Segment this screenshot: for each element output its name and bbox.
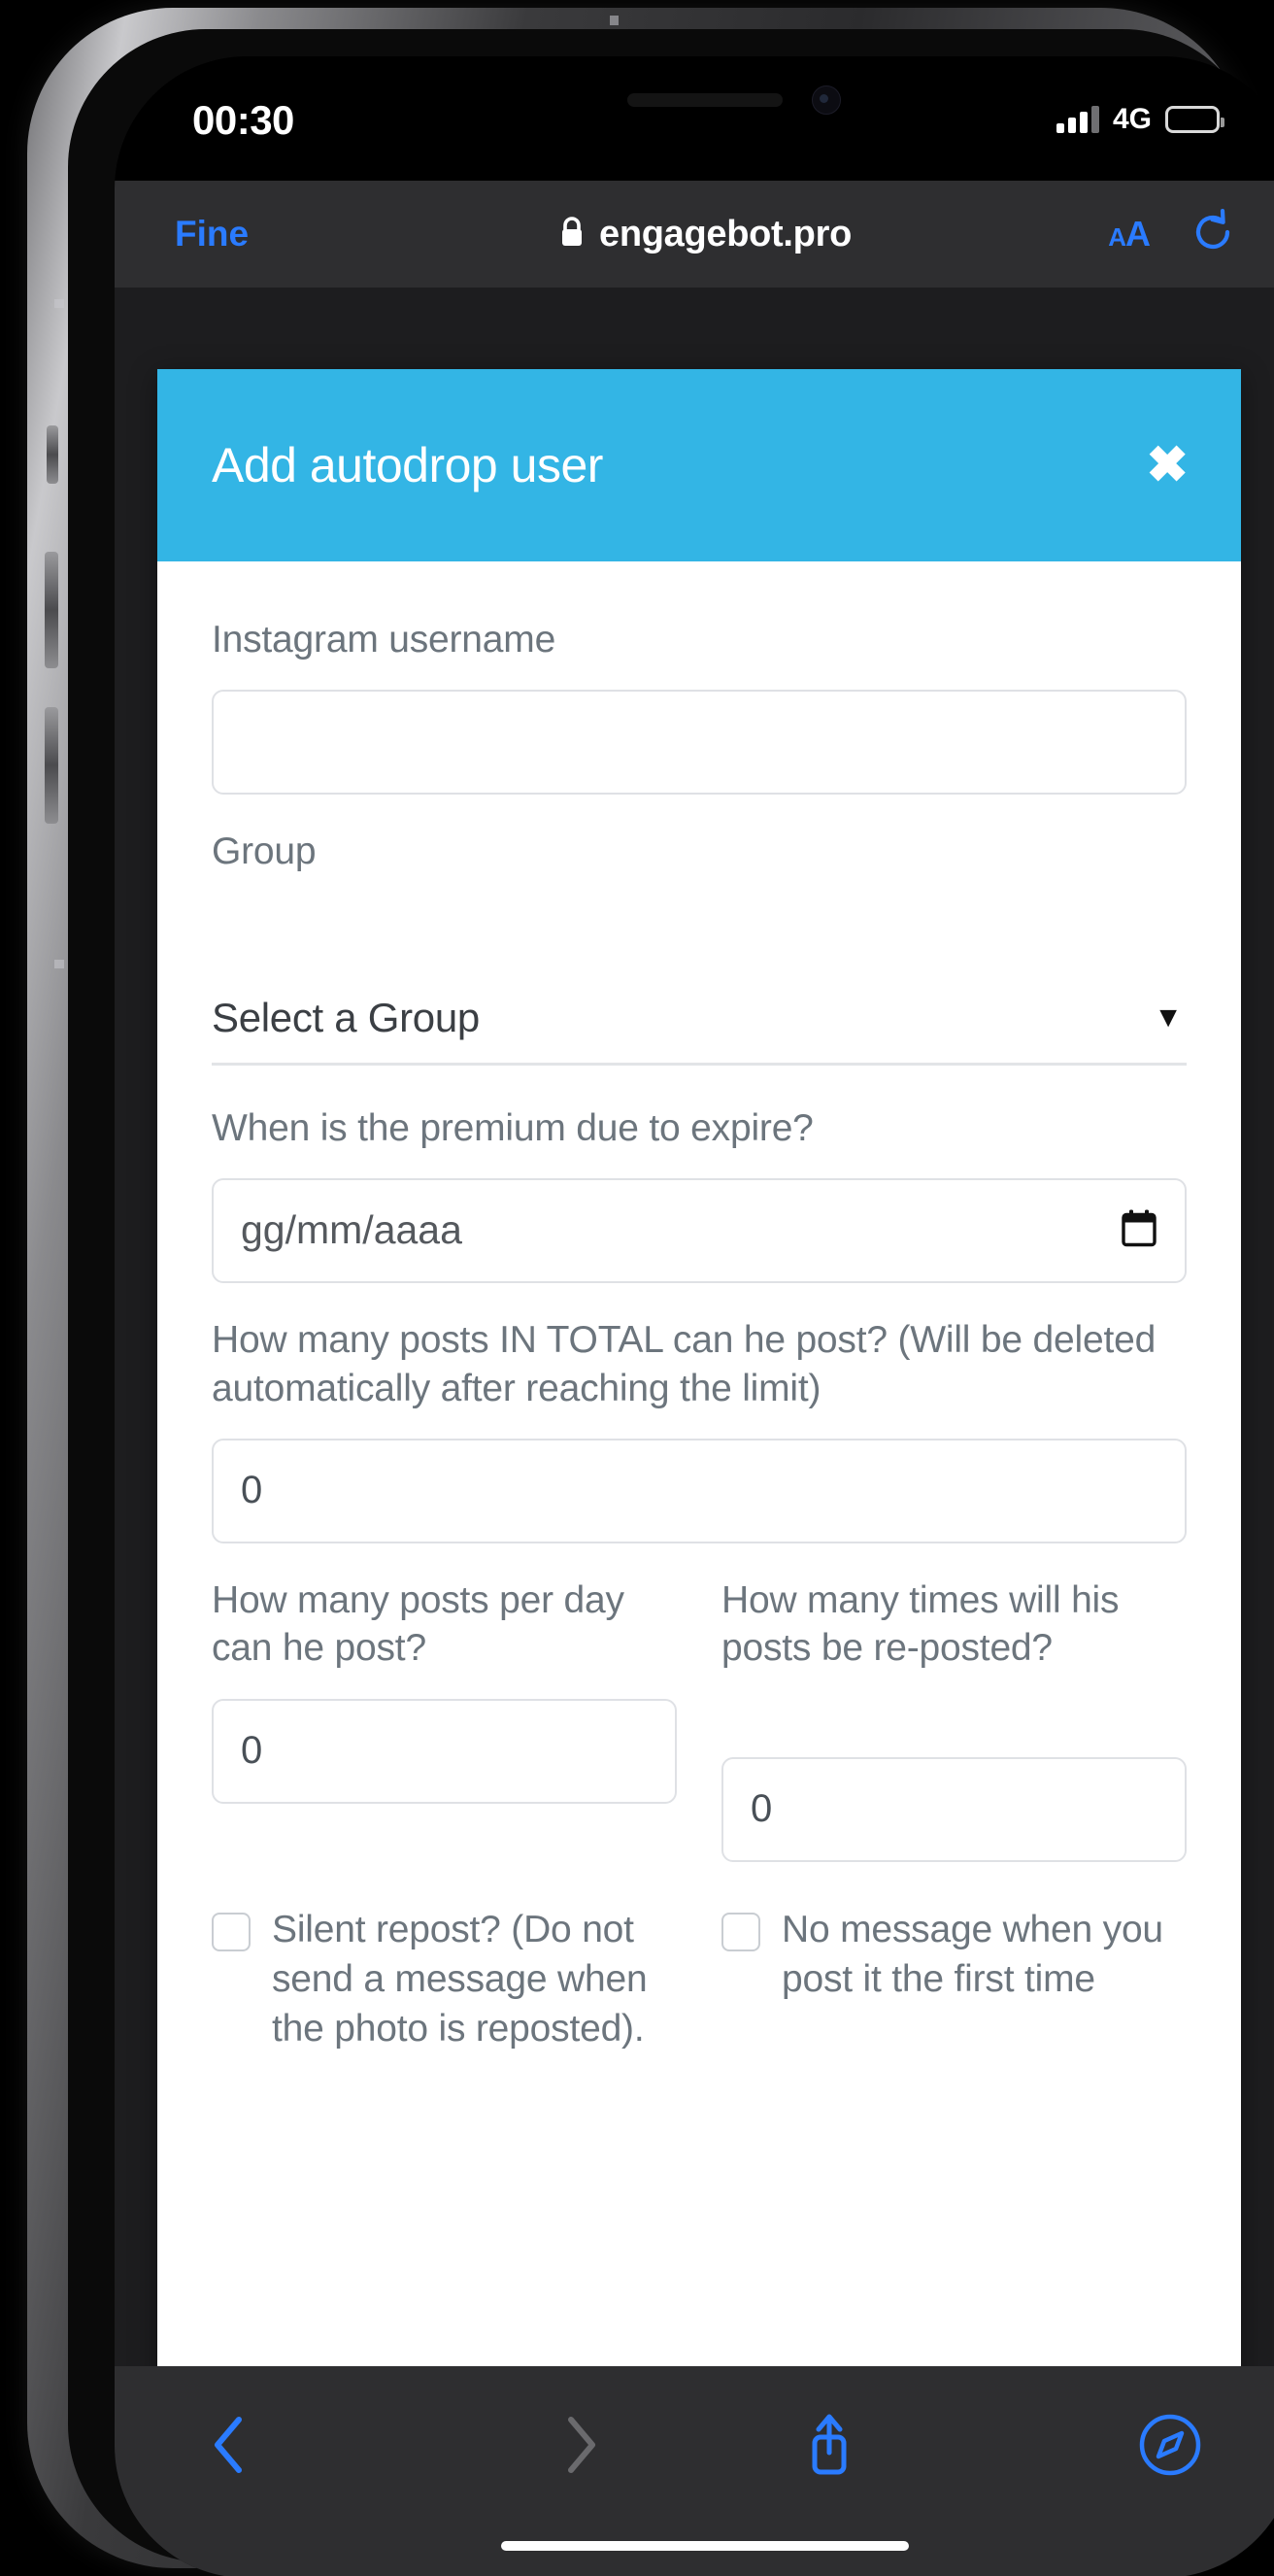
field-posts-per-day: How many posts per day can he post? xyxy=(212,1576,677,1862)
phone-screen: Add autodrop user ✖ Instagram username G… xyxy=(115,56,1274,2576)
phone-bezel: Add autodrop user ✖ Instagram username G… xyxy=(68,29,1274,2576)
reload-icon[interactable] xyxy=(1190,208,1235,260)
options-row: Silent repost? (Do not send a message wh… xyxy=(212,1905,1187,2054)
browser-forward-button xyxy=(456,2414,705,2476)
screenshot-stage: Add autodrop user ✖ Instagram username G… xyxy=(0,0,1274,2576)
chevron-down-icon: ▼ xyxy=(1154,1000,1183,1034)
add-autodrop-user-modal: Add autodrop user ✖ Instagram username G… xyxy=(157,369,1241,2366)
volume-up-button[interactable] xyxy=(45,552,58,668)
group-label: Group xyxy=(212,830,317,872)
share-icon[interactable] xyxy=(705,2410,954,2480)
text-size-small-a: A xyxy=(1108,222,1126,252)
status-indicators: 4G xyxy=(1056,103,1224,136)
date-input-wrapper: gg/mm/aaaa xyxy=(212,1177,1187,1283)
posts-per-day-label: How many posts per day can he post? xyxy=(212,1578,624,1670)
battery-icon xyxy=(1165,106,1224,133)
lock-icon xyxy=(558,216,586,254)
silent-repost-label: Silent repost? (Do not send a message wh… xyxy=(272,1908,648,2051)
premium-expiry-input[interactable]: gg/mm/aaaa xyxy=(212,1177,1187,1283)
silent-repost-checkbox[interactable] xyxy=(212,1912,251,1951)
field-total-posts: How many posts IN TOTAL can he post? (Wi… xyxy=(212,1316,1187,1543)
notch xyxy=(462,56,948,144)
posts-per-day-input[interactable] xyxy=(212,1698,677,1804)
compass-icon[interactable] xyxy=(954,2413,1202,2477)
front-camera xyxy=(812,85,841,115)
date-placeholder-text: gg/mm/aaaa xyxy=(241,1207,462,1253)
field-repost-times: How many times will his posts be re-post… xyxy=(721,1576,1187,1862)
browser-back-button[interactable] xyxy=(208,2414,456,2476)
field-premium-expiry: When is the premium due to expire? gg/mm… xyxy=(212,1104,1187,1283)
toolbar-icon-row xyxy=(115,2391,1274,2498)
modal-header: Add autodrop user ✖ xyxy=(157,369,1241,561)
field-instagram-username: Instagram username xyxy=(212,616,1187,795)
instagram-username-input[interactable] xyxy=(212,689,1187,795)
no-first-message-label: No message when you post it the first ti… xyxy=(782,1908,1163,2000)
address-bar[interactable]: engagebot.pro xyxy=(558,214,852,255)
status-bar: 00:30 4G xyxy=(115,56,1274,181)
field-silent-repost[interactable]: Silent repost? (Do not send a message wh… xyxy=(212,1905,677,2054)
field-group: Group Select a Group ▼ xyxy=(212,828,1187,1066)
network-type-label: 4G xyxy=(1112,103,1152,135)
total-posts-label: How many posts IN TOTAL can he post? (Wi… xyxy=(212,1318,1157,1409)
text-size-large-a: A xyxy=(1125,214,1151,254)
status-time: 00:30 xyxy=(192,97,294,143)
calendar-icon[interactable] xyxy=(1121,1208,1157,1252)
mute-switch[interactable] xyxy=(47,425,58,484)
no-first-message-checkbox[interactable] xyxy=(721,1912,760,1951)
repost-times-input[interactable] xyxy=(721,1756,1187,1862)
modal-title: Add autodrop user xyxy=(212,438,603,492)
antenna-band xyxy=(54,960,64,968)
web-viewport: Add autodrop user ✖ Instagram username G… xyxy=(115,288,1274,2366)
posts-settings-row: How many posts per day can he post? How … xyxy=(212,1576,1187,1862)
safari-back-link[interactable]: Fine xyxy=(175,214,249,254)
repost-times-label: How many times will his posts be re-post… xyxy=(721,1578,1120,1670)
url-text: engagebot.pro xyxy=(599,213,852,254)
safari-bottom-toolbar xyxy=(115,2366,1274,2576)
signal-strength-icon xyxy=(1056,106,1099,133)
field-no-first-message[interactable]: No message when you post it the first ti… xyxy=(721,1905,1187,2054)
group-select-value: Select a Group xyxy=(212,994,480,1040)
group-select-spacer xyxy=(212,901,1187,995)
close-icon[interactable]: ✖ xyxy=(1146,440,1189,491)
premium-expiry-label: When is the premium due to expire? xyxy=(212,1106,814,1149)
home-indicator[interactable] xyxy=(501,2541,909,2551)
safari-top-toolbar: Fine engagebot.pro AA xyxy=(115,181,1274,288)
antenna-band xyxy=(54,299,64,308)
phone-frame: Add autodrop user ✖ Instagram username G… xyxy=(27,8,1274,2576)
modal-body: Instagram username Group Select a Group … xyxy=(157,561,1241,2093)
group-select[interactable]: Select a Group ▼ xyxy=(212,995,1187,1066)
earpiece-speaker xyxy=(627,93,783,107)
instagram-username-label: Instagram username xyxy=(212,619,556,661)
total-posts-input[interactable] xyxy=(212,1438,1187,1543)
antenna-band xyxy=(610,16,619,25)
text-size-button[interactable]: AA xyxy=(1108,214,1151,254)
volume-down-button[interactable] xyxy=(45,707,58,824)
